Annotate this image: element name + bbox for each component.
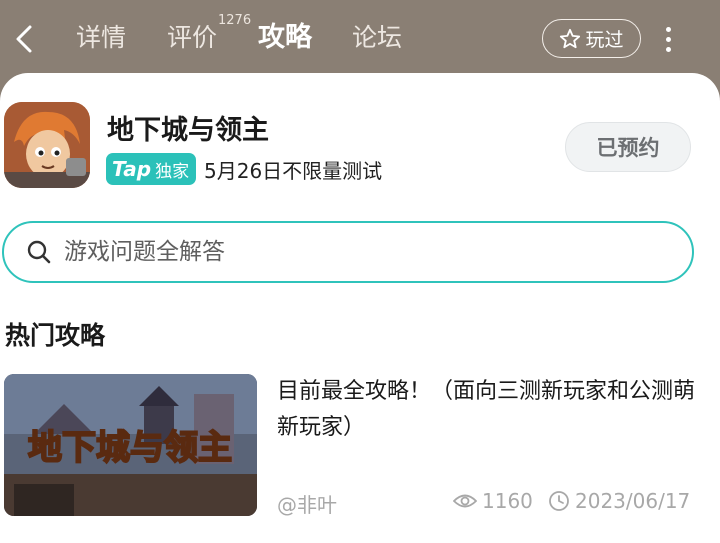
eye-icon: [453, 494, 477, 508]
guide-cover-image: 地下城与领主: [4, 374, 257, 516]
tab-details[interactable]: 详情: [76, 20, 126, 56]
guide-date: 2023/06/17: [548, 489, 690, 513]
guide-views: 1160: [453, 489, 533, 513]
game-app-icon[interactable]: [4, 102, 90, 188]
author-name: @非叶: [277, 493, 337, 517]
tap-logo: Tap: [112, 157, 152, 181]
guide-thumb-title: 地下城与领主: [28, 428, 232, 468]
guide-author: @非叶: [277, 489, 337, 518]
back-button[interactable]: [8, 22, 40, 56]
more-options-button[interactable]: [656, 22, 680, 56]
tab-guides[interactable]: 攻略: [258, 20, 312, 56]
search-icon: [27, 240, 51, 264]
search-input[interactable]: [64, 239, 624, 265]
guide-title[interactable]: 目前最全攻略！（面向三测新玩家和公测萌新玩家）: [277, 374, 697, 446]
clock-icon: [549, 491, 569, 511]
test-schedule-text: 5月26日不限量测试: [204, 159, 383, 183]
reviews-count-badge: 1276: [218, 13, 252, 28]
played-label: 玩过: [585, 29, 624, 51]
more-dot-icon: [665, 36, 671, 42]
reserved-button[interactable]: 已预约: [565, 122, 691, 172]
guide-search-box[interactable]: [2, 221, 694, 283]
hot-guides-heading: 热门攻略: [5, 321, 106, 350]
star-outline-icon: [560, 28, 581, 48]
game-title: 地下城与领主: [107, 115, 269, 146]
tab-reviews[interactable]: 评价: [167, 20, 217, 56]
exclusive-label: 独家: [155, 161, 190, 182]
view-count: 1160: [482, 489, 533, 513]
guide-thumbnail[interactable]: 地下城与领主: [4, 374, 257, 516]
publish-date: 2023/06/17: [575, 489, 691, 513]
played-button[interactable]: 玩过: [542, 19, 641, 58]
more-dot-icon: [665, 26, 671, 32]
character-portrait-icon: [4, 102, 90, 188]
more-dot-icon: [665, 46, 671, 52]
chevron-left-icon: [16, 25, 32, 53]
tap-exclusive-badge: Tap 独家: [106, 153, 196, 185]
top-nav-bar: 详情 评价 1276 攻略 论坛 玩过: [0, 0, 720, 80]
tab-forum[interactable]: 论坛: [352, 20, 402, 56]
